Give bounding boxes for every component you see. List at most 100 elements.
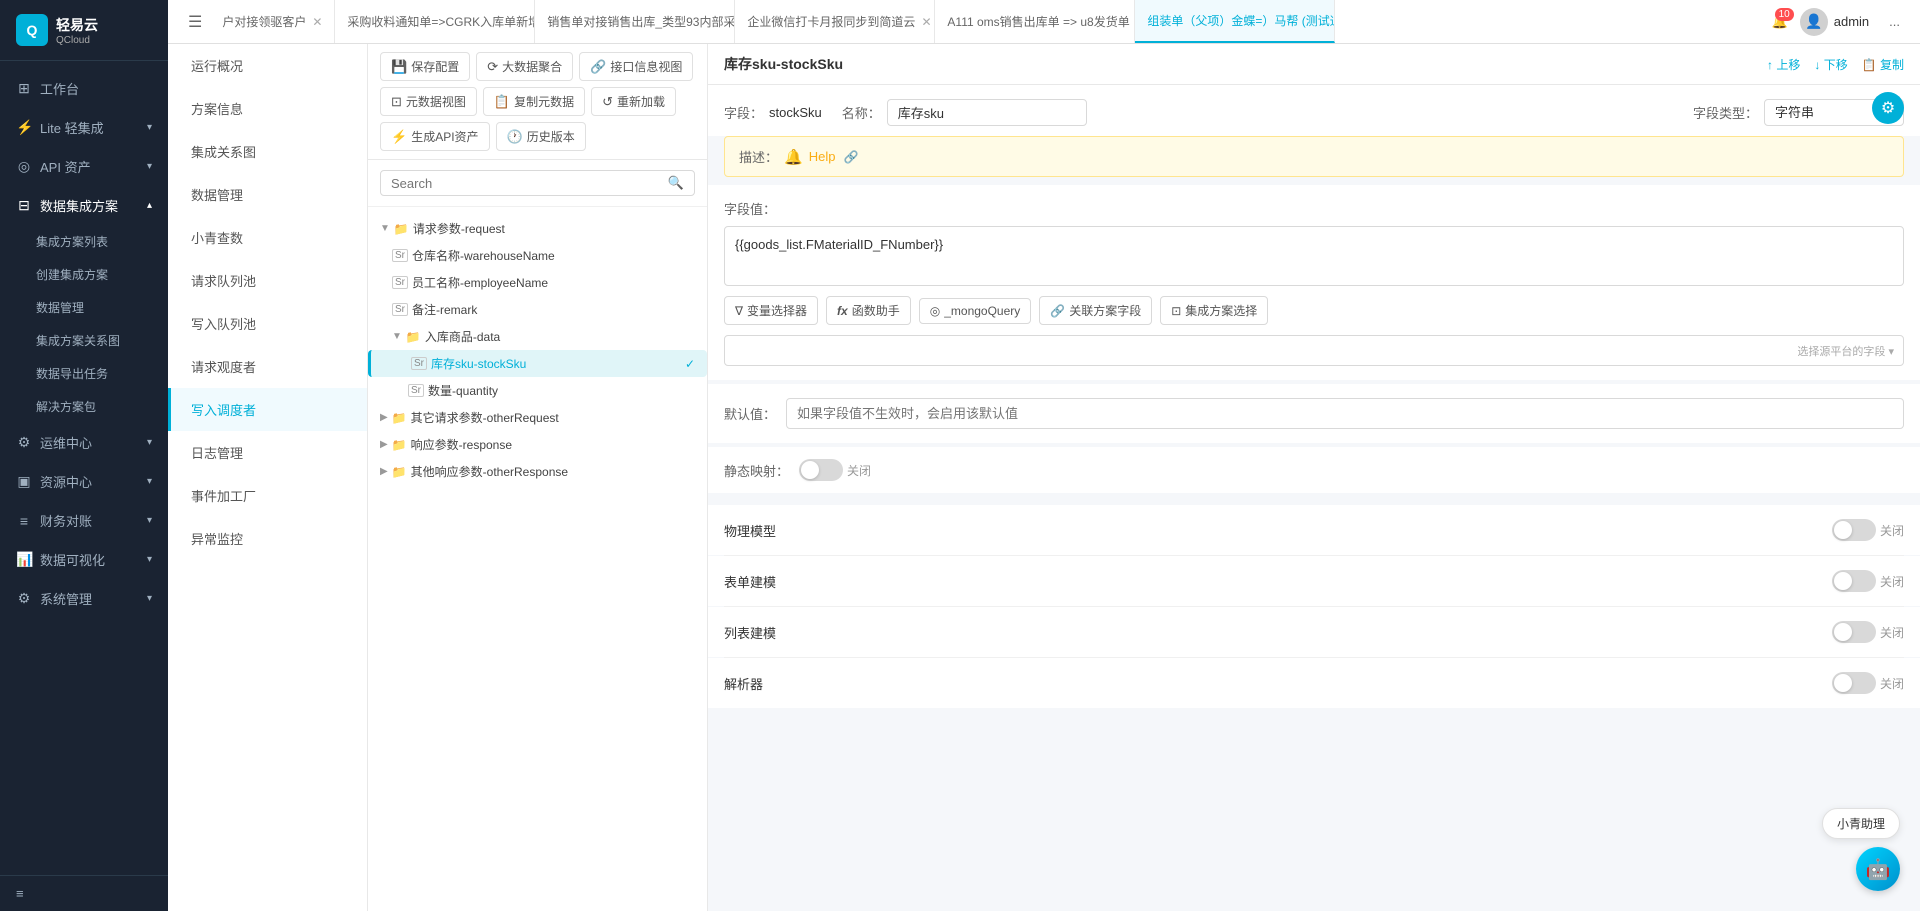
static-mapping-toggle[interactable]: 关闭 — [799, 459, 871, 481]
physical-model-label: 物理模型 — [724, 521, 776, 540]
left-panel-exception-monitor[interactable]: 异常监控 — [168, 517, 367, 560]
help-text[interactable]: Help — [809, 149, 836, 164]
default-value-input[interactable] — [786, 398, 1904, 429]
save-config-button[interactable]: 💾 保存配置 — [380, 52, 470, 81]
tree-item-instore-goods[interactable]: ▼ 📁 入库商品-data — [368, 323, 707, 350]
analyzer-toggle[interactable]: 关闭 — [1832, 672, 1904, 694]
meta-view-button[interactable]: ⊡ 元数据视图 — [380, 87, 477, 116]
left-panel-request-queue[interactable]: 请求队列池 — [168, 259, 367, 302]
var-selector-button[interactable]: ∇ 变量选择器 — [724, 296, 818, 325]
left-panel-solution-info[interactable]: 方案信息 — [168, 87, 367, 130]
help-link-icon[interactable]: 🔗 — [843, 150, 858, 164]
move-down-button[interactable]: ↓ 下移 — [1814, 56, 1847, 73]
copy-icon: 📋 — [494, 94, 510, 110]
interface-view-button[interactable]: 🔗 接口信息视图 — [579, 52, 693, 81]
assistant-button[interactable]: 小青助理 — [1822, 808, 1900, 839]
left-panel-write-observer[interactable]: 写入调度者 — [168, 388, 367, 431]
source-field-select[interactable] — [724, 335, 1904, 366]
gen-api-button[interactable]: ⚡ 生成API资产 — [380, 122, 490, 151]
tab-close-icon[interactable]: ✕ — [312, 15, 322, 29]
mongo-query-button[interactable]: ◎ _mongoQuery — [919, 298, 1032, 324]
tree-item-request-params[interactable]: ▼ 📁 请求参数-request — [368, 215, 707, 242]
menu-toggle-icon[interactable]: ☰ — [180, 4, 210, 40]
tree-item-warehouse-name[interactable]: Sr 仓库名称-warehouseName — [368, 242, 707, 269]
search-input[interactable] — [391, 176, 662, 191]
tree-item-quantity[interactable]: Sr 数量-quantity — [368, 377, 707, 404]
form-build-toggle[interactable]: 关闭 — [1832, 570, 1904, 592]
tree-item-other-response[interactable]: ▶ 📁 其他响应参数-otherResponse — [368, 458, 707, 485]
chevron-down-icon: ▾ — [147, 161, 152, 172]
sidebar: Q 轻易云 QCloud ⊞ 工作台 ⚡ Lite 轻集成 ▾ ◎ API 资产… — [0, 0, 168, 911]
settings-icon[interactable]: ⚙ — [1872, 92, 1904, 124]
sidebar-item-integration-map[interactable]: 集成方案关系图 — [0, 324, 168, 357]
sidebar-item-data-manage[interactable]: 数据管理 — [0, 291, 168, 324]
reload-button[interactable]: ↺ 重新加载 — [591, 87, 676, 116]
assistant-avatar[interactable]: 🤖 — [1856, 847, 1900, 891]
tree-item-stock-sku[interactable]: Sr 库存sku-stockSku ✓ — [368, 350, 707, 377]
left-panel-overview[interactable]: 运行概况 — [168, 44, 367, 87]
sidebar-item-resource[interactable]: ▣ 资源中心 ▾ — [0, 462, 168, 501]
big-data-button[interactable]: ⟳ 大数据聚合 — [476, 52, 573, 81]
tab-2[interactable]: 采购收料通知单=>CGRK入库单新增-1 ✕ — [335, 0, 535, 43]
name-label: 名称： — [842, 103, 881, 122]
sidebar-item-operation[interactable]: ⚙ 运维中心 ▾ — [0, 423, 168, 462]
tree-item-response-params[interactable]: ▶ 📁 响应参数-response — [368, 431, 707, 458]
bottom-menu-icon[interactable]: ≡ — [16, 886, 24, 901]
list-build-toggle[interactable]: 关闭 — [1832, 621, 1904, 643]
toggle-switch-static[interactable] — [799, 459, 843, 481]
tree-item-remark[interactable]: Sr 备注-remark — [368, 296, 707, 323]
toggle-switch-physical[interactable] — [1832, 519, 1876, 541]
func-helper-button[interactable]: fx 函数助手 — [826, 296, 911, 325]
tab-4[interactable]: 企业微信打卡月报同步到简道云 ✕ — [735, 0, 935, 43]
sidebar-item-solution-pkg[interactable]: 解决方案包 — [0, 390, 168, 423]
search-icon[interactable]: 🔍 — [668, 175, 684, 191]
notification-bell[interactable]: 🔔 10 — [1772, 14, 1788, 30]
tab-3[interactable]: 销售单对接销售出库_类型93内部采销 ✕ — [535, 0, 735, 43]
static-mapping-label: 静态映射： — [724, 461, 789, 480]
sidebar-item-data-export[interactable]: 数据导出任务 — [0, 357, 168, 390]
sidebar-item-sys-manage[interactable]: ⚙ 系统管理 ▾ — [0, 579, 168, 618]
more-tabs-button[interactable]: ... — [1881, 6, 1908, 37]
content-area: 运行概况 方案信息 集成关系图 数据管理 小青查数 请求队列池 写入队列池 请求… — [168, 44, 1920, 911]
left-panel-write-queue[interactable]: 写入队列池 — [168, 302, 367, 345]
tree-item-label: 库存sku-stockSku — [431, 355, 526, 372]
left-panel-integration-map[interactable]: 集成关系图 — [168, 130, 367, 173]
left-panel-qingqing-stats[interactable]: 小青查数 — [168, 216, 367, 259]
move-up-button[interactable]: ↑ 上移 — [1767, 56, 1800, 73]
copy-button[interactable]: 📋 复制 — [1862, 56, 1904, 73]
reload-icon: ↺ — [602, 94, 613, 110]
related-field-button[interactable]: 🔗 关联方案字段 — [1039, 296, 1152, 325]
sidebar-item-create-integration[interactable]: 创建集成方案 — [0, 258, 168, 291]
left-panel-event-factory[interactable]: 事件加工厂 — [168, 474, 367, 517]
user-area[interactable]: 👤 admin — [1800, 8, 1869, 36]
field-value: stockSku — [769, 105, 822, 120]
tree-item-employee-name[interactable]: Sr 员工名称-employeeName — [368, 269, 707, 296]
physical-model-toggle[interactable]: 关闭 — [1832, 519, 1904, 541]
sidebar-item-data-integration[interactable]: ⊟ 数据集成方案 ▴ — [0, 186, 168, 225]
sidebar-item-integration-list[interactable]: 集成方案列表 — [0, 225, 168, 258]
related-field-label: 关联方案字段 — [1069, 302, 1141, 319]
interface-view-label: 接口信息视图 — [610, 58, 682, 75]
name-input[interactable] — [887, 99, 1087, 126]
left-panel-request-observer[interactable]: 请求观度者 — [168, 345, 367, 388]
history-button[interactable]: 🕐 历史版本 — [496, 122, 586, 151]
toggle-switch-analyzer[interactable] — [1832, 672, 1876, 694]
sidebar-item-data-viz[interactable]: 📊 数据可视化 ▾ — [0, 540, 168, 579]
integration-select-button[interactable]: ⊡ 集成方案选择 — [1160, 296, 1268, 325]
sidebar-item-workbench[interactable]: ⊞ 工作台 — [0, 69, 168, 108]
left-panel-data-manage[interactable]: 数据管理 — [168, 173, 367, 216]
tab-close-icon[interactable]: ✕ — [921, 15, 931, 29]
copy-meta-button[interactable]: 📋 复制元数据 — [483, 87, 585, 116]
sidebar-item-lite[interactable]: ⚡ Lite 轻集成 ▾ — [0, 108, 168, 147]
tree-item-other-request[interactable]: ▶ 📁 其它请求参数-otherRequest — [368, 404, 707, 431]
toggle-switch-form[interactable] — [1832, 570, 1876, 592]
field-value-display[interactable]: {{goods_list.FMaterialID_FNumber}} — [724, 226, 1904, 286]
sidebar-item-finance[interactable]: ≡ 财务对账 ▾ — [0, 501, 168, 540]
tree-item-label: 数量-quantity — [428, 382, 498, 399]
toggle-switch-list[interactable] — [1832, 621, 1876, 643]
tab-1[interactable]: 户对接领驱客户 ✕ — [210, 0, 335, 43]
left-panel-log-manage[interactable]: 日志管理 — [168, 431, 367, 474]
sidebar-item-api[interactable]: ◎ API 资产 ▾ — [0, 147, 168, 186]
tab-6[interactable]: 组装单（父项）金蝶=）马帮 (测试通过) ✕ ✕ — [1135, 0, 1335, 43]
tab-5[interactable]: A111 oms销售出库单 => u8发货单 ✕ — [935, 0, 1135, 43]
